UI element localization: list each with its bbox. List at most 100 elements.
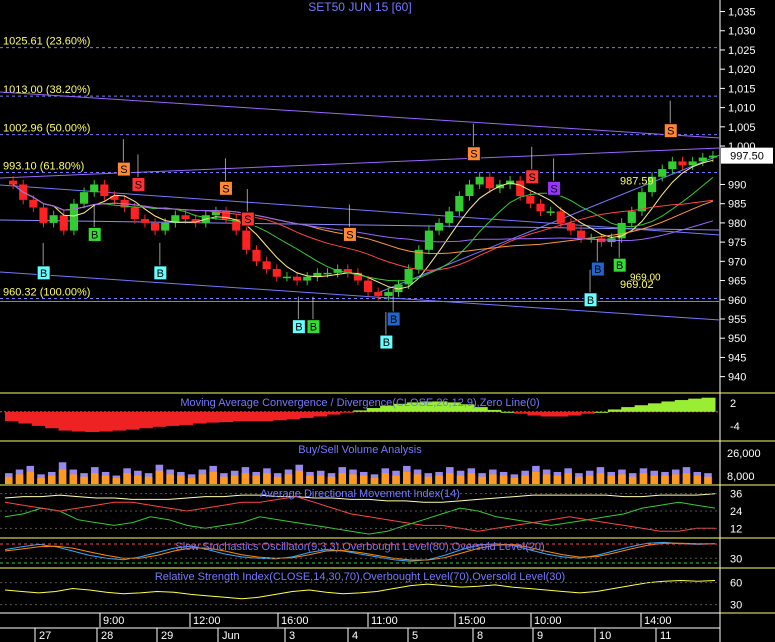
indicator-title: Average Directional Movement Index(14) [260,488,460,500]
volume-sell-bar [134,475,142,484]
candle-body [303,276,312,281]
candle-body [536,203,545,212]
volume-sell-bar [521,475,529,484]
price-tick-label: 1,010 [728,103,756,115]
macd-histogram-bar [661,401,676,412]
macd-histogram-bar [514,411,528,414]
candle-body [404,269,413,285]
volume-sell-bar [650,475,658,484]
volume-sell-bar [284,474,293,484]
volume-sell-bar [5,476,13,484]
macd-histogram-bar [165,411,180,426]
indicator-tick-label: 36 [730,489,742,501]
macd-histogram-bar [232,411,247,422]
signal-label: S [470,149,477,161]
candle-body [323,272,332,275]
macd-histogram-bar [621,407,636,412]
volume-sell-bar [69,474,78,484]
volume-sell-bar [403,471,411,484]
fibonacci-label: 1002.96 (50.00%) [3,123,90,135]
volume-sell-bar [467,473,476,484]
price-tick-label: 980 [728,218,746,230]
signal-label: B [616,260,623,272]
signal-label: S [120,164,127,176]
price-tick-label: 1,030 [728,26,756,38]
macd-title: Moving Average Convergence / Divergence(… [180,397,539,409]
macd-histogram-bar [192,411,207,424]
price-tick-label: 940 [728,372,746,384]
macd-histogram-bar [18,411,33,424]
candle-body [516,180,525,196]
volume-sell-bar [220,476,228,484]
indicator-title: Slow Stochastics Oscillator(9,3,3),Overb… [175,541,544,553]
candle-body [455,196,464,212]
volume-sell-bar [532,471,540,484]
macd-histogram-bar [246,411,261,422]
price-annotation: 987.59 [620,175,654,187]
volume-sell-bar [177,475,185,484]
fibonacci-label: 993.10 (61.80%) [3,161,84,173]
candle-body [242,230,251,250]
candle-body [465,184,474,196]
date-label: 28 [101,630,113,642]
volume-sell-bar [230,475,239,484]
macd-histogram-bar [31,411,46,426]
macd-histogram-bar [487,409,502,412]
candle-body [262,261,271,270]
macd-histogram-bar [259,411,274,422]
indicator-tick-label: 12 [730,523,742,535]
time-label: 10:00 [534,615,562,627]
volume-sell-bar [316,475,325,484]
candle-body [445,211,454,223]
volume-sell-bar [37,477,45,484]
signal-label: S [244,214,251,226]
signal-label: S [222,183,229,195]
macd-histogram-bar [179,411,194,425]
last-price-label: 997.50 [730,151,764,163]
macd-histogram-bar [286,411,301,420]
volume-sell-bar [682,473,691,484]
volume-sell-bar [155,470,164,484]
volume-sell-bar [564,473,572,484]
volume-sell-bar [15,474,24,484]
candle-body [59,215,68,231]
volume-sell-bar [58,469,67,484]
volume-sell-bar [295,470,303,484]
volume-sell-bar [241,473,250,484]
volume-sell-bar [704,476,712,484]
time-label: 9:00 [103,615,124,627]
date-label: 5 [412,630,418,642]
candle-body [708,155,717,158]
volume-sell-bar [166,474,174,484]
macd-histogram-bar [554,411,569,417]
price-tick-label: 955 [728,314,746,326]
candle-body [100,184,109,196]
macd-histogram-bar [567,411,582,416]
signal-label: B [310,322,317,334]
volume-sell-bar [596,473,605,484]
macd-histogram-bar [648,403,662,412]
volume-sell-bar [123,473,131,484]
candle-body [282,276,291,279]
volume-tick-label: 8,000 [727,471,755,483]
volume-sell-bar [392,475,400,484]
chart-title: SET50 JUN 15 [60] [308,0,411,14]
price-tick-label: 1,015 [728,83,756,95]
macd-histogram-bar [152,411,167,427]
price-tick-label: 1,005 [728,122,756,134]
signal-label: S [529,172,536,184]
candle-body [9,180,18,185]
time-label: 12:00 [193,615,221,627]
volume-sell-bar [101,475,110,484]
signal-label: B [40,268,47,280]
macd-histogram-bar [634,405,649,412]
indicator-tick-label: 30 [730,553,742,565]
volume-sell-bar [639,473,648,484]
candle-body [658,169,667,177]
macd-histogram-bar [688,398,703,412]
price-tick-label: 1,025 [728,45,756,57]
macd-histogram-bar [674,400,689,412]
volume-sell-bar [252,475,260,484]
macd-histogram-bar [5,411,19,422]
candle-body [374,292,383,296]
